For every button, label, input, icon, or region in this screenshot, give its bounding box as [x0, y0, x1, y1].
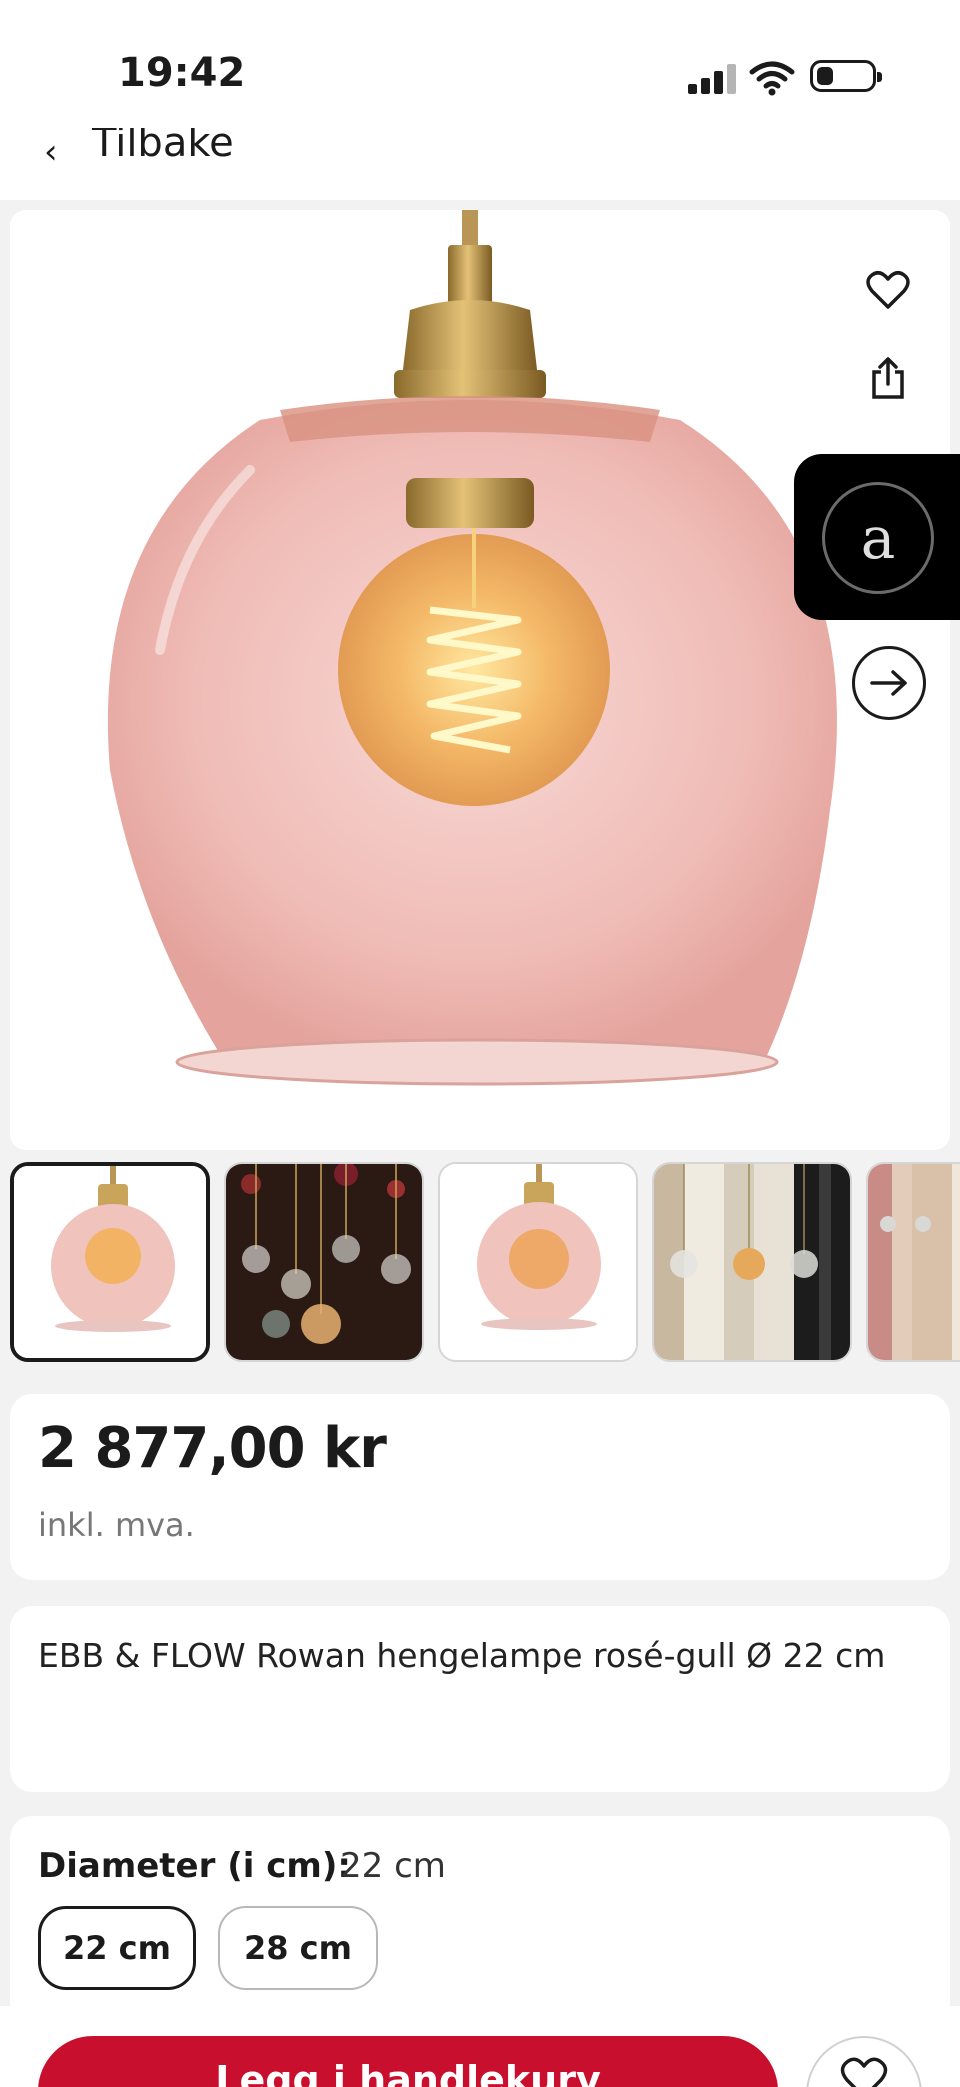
variant-selected-value: 22 cm	[340, 1846, 446, 1886]
battery-icon	[810, 60, 882, 92]
product-price: 2 877,00 kr	[38, 1416, 387, 1481]
status-bar: 19:42	[0, 0, 960, 128]
product-title: EBB & FLOW Rowan hengelampe rosé-gull Ø …	[38, 1636, 886, 1675]
wishlist-button[interactable]	[806, 2036, 922, 2087]
chevron-left-icon: ‹	[44, 132, 58, 172]
assistant-logo-icon: a	[822, 482, 934, 594]
add-to-cart-button[interactable]: Legg i handlekurv	[38, 2036, 778, 2087]
signal-icon	[688, 64, 736, 94]
assistant-button[interactable]: a	[794, 454, 960, 620]
thumbnail-strip[interactable]	[10, 1162, 960, 1364]
title-card: EBB & FLOW Rowan hengelampe rosé-gull Ø …	[10, 1606, 950, 1792]
size-option-22[interactable]: 22 cm	[38, 1906, 196, 1990]
heart-icon	[840, 2057, 888, 2087]
variant-label: Diameter (i cm):	[38, 1846, 351, 1886]
product-image-gallery[interactable]	[10, 210, 950, 1150]
back-link[interactable]: ‹ Tilbake	[0, 128, 960, 200]
thumbnail[interactable]	[438, 1162, 638, 1362]
thumbnail[interactable]	[866, 1162, 960, 1362]
wifi-icon	[749, 61, 795, 96]
arrow-right-icon[interactable]	[852, 646, 926, 720]
status-time: 19:42	[118, 50, 246, 96]
add-to-cart-label: Legg i handlekurv	[215, 2058, 601, 2087]
bottom-action-bar: Legg i handlekurv	[0, 2006, 960, 2087]
price-card: 2 877,00 kr inkl. mva.	[10, 1394, 950, 1580]
favorite-icon[interactable]	[858, 260, 918, 320]
size-option-28[interactable]: 28 cm	[218, 1906, 378, 1990]
thumbnail[interactable]	[10, 1162, 210, 1362]
product-image	[10, 210, 950, 1150]
back-label: Tilbake	[92, 128, 234, 166]
share-icon[interactable]	[858, 348, 918, 408]
vat-note: inkl. mva.	[38, 1506, 195, 1544]
thumbnail[interactable]	[224, 1162, 424, 1362]
thumbnail[interactable]	[652, 1162, 852, 1362]
